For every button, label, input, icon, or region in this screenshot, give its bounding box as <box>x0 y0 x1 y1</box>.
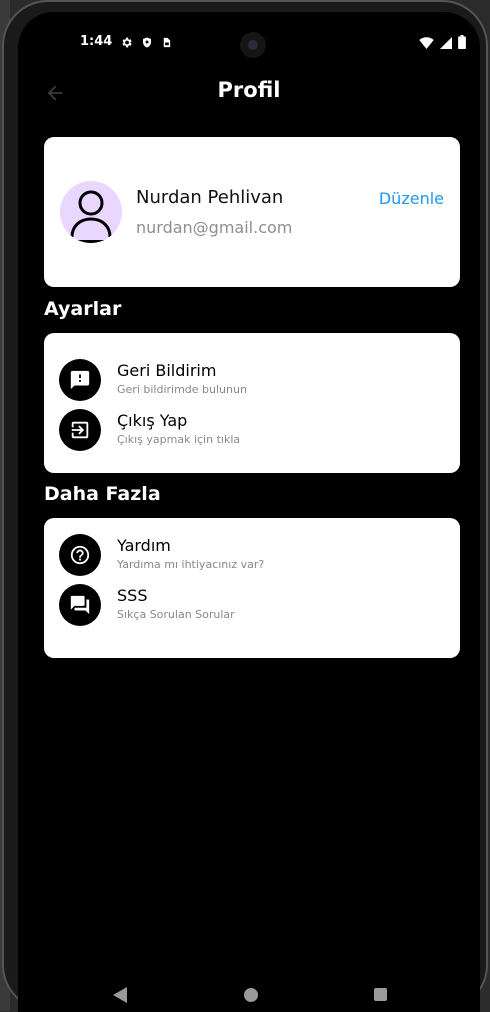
more-card: Yardım Yardıma mı ihtiyacınız var? SSS S… <box>44 518 460 658</box>
settings-card: Geri Bildirim Geri bildirimde bulunun Çı… <box>44 333 460 473</box>
profile-card: Nurdan Pehlivan nurdan@gmail.com Düzenle <box>44 137 460 287</box>
list-item-logout[interactable]: Çıkış Yap Çıkış yapmak için tıkla <box>59 409 449 451</box>
logout-icon <box>59 409 101 451</box>
list-item-title: SSS <box>117 586 148 605</box>
person-icon <box>66 190 116 243</box>
list-item-subtitle: Çıkış yapmak için tıkla <box>117 433 241 446</box>
profile-name: Nurdan Pehlivan <box>136 187 284 208</box>
forum-icon <box>59 584 101 626</box>
list-item-faq[interactable]: SSS Sıkça Sorulan Sorular <box>59 584 449 626</box>
list-item-title: Geri Bildirim <box>117 361 217 380</box>
list-item-feedback[interactable]: Geri Bildirim Geri bildirimde bulunun <box>59 359 449 401</box>
list-item-title: Yardım <box>117 536 171 555</box>
battery-icon <box>458 34 466 53</box>
avatar[interactable] <box>60 181 122 243</box>
gear-icon <box>120 34 133 53</box>
section-title-more: Daha Fazla <box>44 483 161 505</box>
list-item-subtitle: Sıkça Sorulan Sorular <box>117 608 235 621</box>
front-camera <box>240 32 266 58</box>
signal-icon <box>440 34 452 53</box>
list-item-help[interactable]: Yardım Yardıma mı ihtiyacınız var? <box>59 534 449 576</box>
help-icon <box>59 534 101 576</box>
shield-icon <box>141 34 153 53</box>
app-screen: 1:44 Profil Nurdan Pehlivan nurdan@gmail… <box>18 12 480 1012</box>
nav-recents-button[interactable] <box>374 988 387 1001</box>
list-item-subtitle: Geri bildirimde bulunun <box>117 383 247 396</box>
status-icons-right <box>419 34 466 53</box>
status-icons-left <box>120 34 172 53</box>
phone-frame: 1:44 Profil Nurdan Pehlivan nurdan@gmail… <box>2 0 488 1012</box>
nav-home-button[interactable] <box>244 988 258 1002</box>
triangle-back-icon <box>113 987 127 1003</box>
status-time: 1:44 <box>80 34 113 49</box>
page-title: Profil <box>217 78 281 102</box>
edit-profile-button[interactable]: Düzenle <box>379 189 444 208</box>
nav-back-button[interactable] <box>113 987 127 1007</box>
list-item-subtitle: Yardıma mı ihtiyacınız var? <box>117 558 265 571</box>
profile-email: nurdan@gmail.com <box>136 218 293 237</box>
sim-card-icon <box>161 34 172 53</box>
feedback-icon <box>59 359 101 401</box>
section-title-settings: Ayarlar <box>44 298 122 320</box>
list-item-title: Çıkış Yap <box>117 411 188 430</box>
wifi-icon <box>419 34 434 53</box>
